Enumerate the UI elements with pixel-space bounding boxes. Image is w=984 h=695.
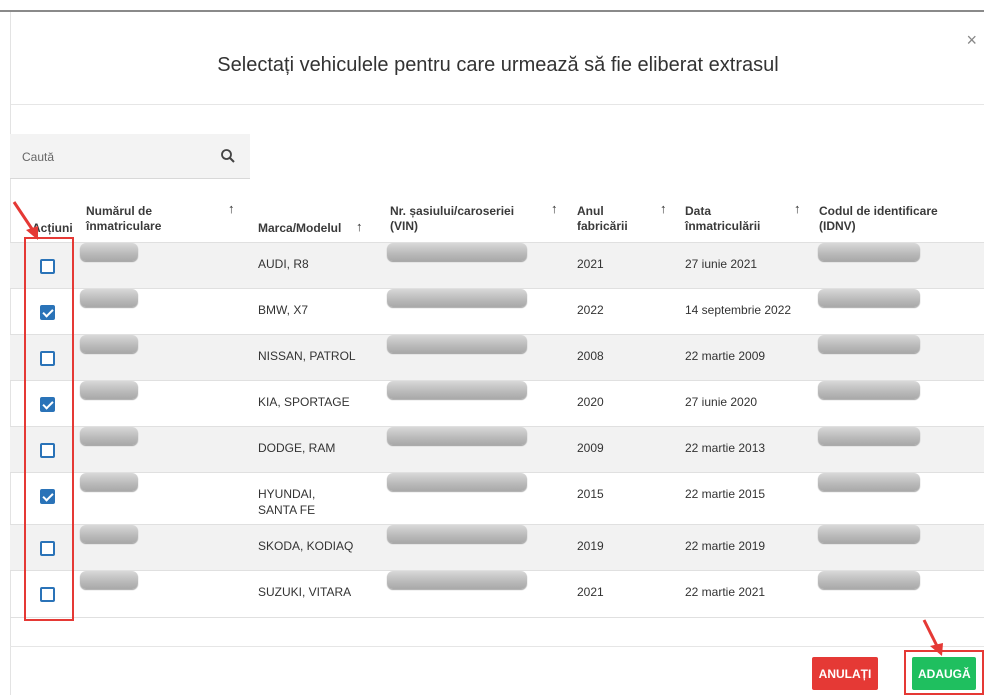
header-idnv[interactable]: Codul de identificare (IDNV) xyxy=(819,204,969,234)
close-icon[interactable]: × xyxy=(966,30,977,51)
redacted-vin xyxy=(387,473,527,491)
footer-divider xyxy=(10,646,984,647)
year-cell: 2019 xyxy=(577,539,604,553)
sort-arrow-icon[interactable]: ↑ xyxy=(356,219,363,234)
year-cell: 2021 xyxy=(577,257,604,271)
year-cell: 2008 xyxy=(577,349,604,363)
table-row: DODGE, RAM 2009 22 martie 2013 xyxy=(10,426,984,473)
year-cell: 2021 xyxy=(577,585,604,599)
redacted-vin xyxy=(387,289,527,307)
make-cell: SKODA, KODIAQ xyxy=(258,539,354,553)
table-row: AUDI, R8 2021 27 iunie 2021 xyxy=(10,242,984,289)
make-cell: AUDI, R8 xyxy=(258,257,309,271)
reg-date-cell: 22 martie 2015 xyxy=(685,487,766,501)
reg-date-cell: 22 martie 2013 xyxy=(685,441,766,455)
header-make[interactable]: Marca/Modelul xyxy=(258,221,341,236)
reg-date-cell: 22 martie 2019 xyxy=(685,539,766,553)
make-cell: BMW, X7 xyxy=(258,303,309,317)
reg-date-cell: 22 martie 2021 xyxy=(685,585,766,599)
redacted-vin xyxy=(387,335,527,353)
header-plate[interactable]: Numărul de înmatriculare xyxy=(86,204,186,234)
reg-date-cell: 27 iunie 2021 xyxy=(685,257,758,271)
redacted-vin xyxy=(387,571,527,589)
search-icon[interactable] xyxy=(220,148,236,164)
redacted-idnv xyxy=(818,289,920,307)
make-cell: DODGE, RAM xyxy=(258,441,336,455)
table-row: KIA, SPORTAGE 2020 27 iunie 2020 xyxy=(10,380,984,427)
redacted-vin xyxy=(387,427,527,445)
sort-arrow-icon[interactable]: ↑ xyxy=(551,201,558,216)
header-divider xyxy=(11,104,984,105)
redacted-idnv xyxy=(818,571,920,589)
dialog-title: Selectați vehiculele pentru care urmează… xyxy=(217,54,779,76)
redacted-idnv xyxy=(818,243,920,261)
redacted-plate xyxy=(80,243,138,261)
header-reg-date[interactable]: Data înmatriculării xyxy=(685,204,775,234)
annotation-highlight-box xyxy=(24,237,74,621)
cancel-button[interactable]: ANULAȚI xyxy=(812,657,878,690)
table-row: NISSAN, PATROL 2008 22 martie 2009 xyxy=(10,334,984,381)
table-row: SUZUKI, VITARA 2021 22 martie 2021 xyxy=(10,570,984,618)
search-box xyxy=(10,134,250,179)
redacted-plate xyxy=(80,571,138,589)
make-cell: SUZUKI, VITARA xyxy=(258,585,352,599)
sort-arrow-icon[interactable]: ↑ xyxy=(228,201,235,216)
redacted-plate xyxy=(80,381,138,399)
year-cell: 2022 xyxy=(577,303,604,317)
redacted-vin xyxy=(387,243,527,261)
redacted-idnv xyxy=(818,473,920,491)
make-cell: KIA, SPORTAGE xyxy=(258,395,350,409)
redacted-plate xyxy=(80,289,138,307)
annotation-arrow-icon xyxy=(12,201,38,240)
redacted-idnv xyxy=(818,335,920,353)
reg-date-cell: 14 septembrie 2022 xyxy=(685,303,792,317)
redacted-plate xyxy=(80,427,138,445)
redacted-plate xyxy=(80,473,138,491)
redacted-vin xyxy=(387,381,527,399)
year-cell: 2009 xyxy=(577,441,604,455)
redacted-idnv xyxy=(818,381,920,399)
table-row: HYUNDAI, SANTA FE 2015 22 martie 2015 xyxy=(10,472,984,525)
sort-arrow-icon[interactable]: ↑ xyxy=(794,201,801,216)
make-cell: NISSAN, PATROL xyxy=(258,349,356,363)
make-cell: HYUNDAI, SANTA FE xyxy=(258,487,316,517)
sort-arrow-icon[interactable]: ↑ xyxy=(660,201,667,216)
redacted-idnv xyxy=(818,525,920,543)
redacted-plate xyxy=(80,335,138,353)
year-cell: 2015 xyxy=(577,487,604,501)
search-input[interactable] xyxy=(20,146,214,168)
header-year[interactable]: Anul fabricării xyxy=(577,204,637,234)
reg-date-cell: 22 martie 2009 xyxy=(685,349,766,363)
redacted-plate xyxy=(80,525,138,543)
header-vin[interactable]: Nr. șasiului/caroseriei (VIN) xyxy=(390,204,540,234)
redacted-idnv xyxy=(818,427,920,445)
annotation-arrow-icon xyxy=(922,619,943,656)
year-cell: 2020 xyxy=(577,395,604,409)
table-row: SKODA, KODIAQ 2019 22 martie 2019 xyxy=(10,524,984,571)
reg-date-cell: 27 iunie 2020 xyxy=(685,395,758,409)
redacted-vin xyxy=(387,525,527,543)
table-row: BMW, X7 2022 14 septembrie 2022 xyxy=(10,288,984,335)
